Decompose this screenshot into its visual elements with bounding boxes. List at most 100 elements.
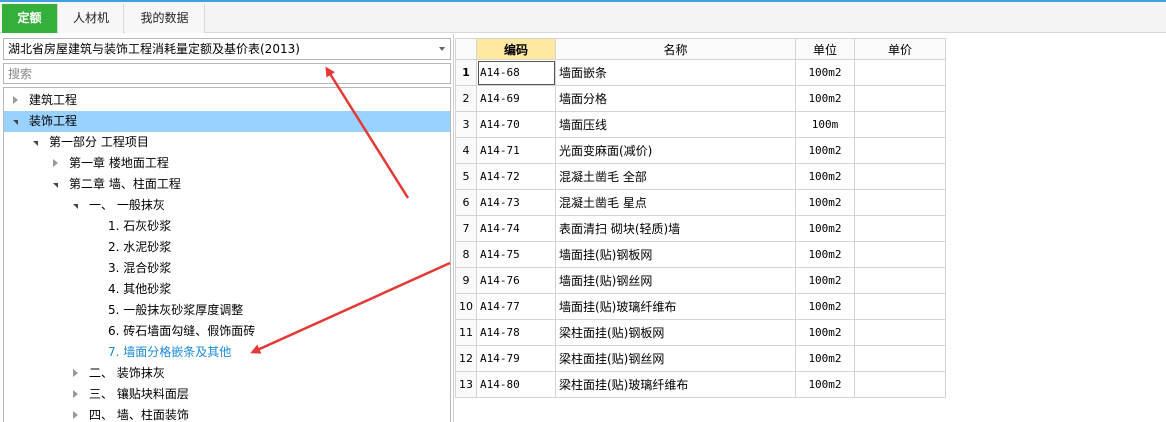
name-cell[interactable]: 墙面压线 [555, 111, 796, 138]
tree-node[interactable]: 一、 一般抹灰 [4, 195, 450, 216]
tree-node[interactable]: 第一部分 工程项目 [4, 132, 450, 153]
row-number[interactable]: 7 [455, 215, 477, 242]
table-row[interactable]: 7 A14-74 表面清扫 砌块(轻质)墙 100m2 [455, 215, 946, 242]
unit-cell[interactable]: 100m2 [795, 189, 855, 216]
code-cell[interactable]: A14-78 [476, 319, 556, 346]
expanded-triangle-icon[interactable] [73, 204, 78, 209]
search-input[interactable] [3, 63, 451, 84]
collapsed-triangle-icon[interactable] [53, 159, 58, 167]
tree-node[interactable]: 二、 装饰抹灰 [4, 363, 450, 384]
tree-node[interactable]: 1. 石灰砂浆 [4, 216, 450, 237]
code-cell[interactable]: A14-71 [476, 137, 556, 164]
table-row[interactable]: 4 A14-71 光面变麻面(减价) 100m2 [455, 137, 946, 164]
tree-node[interactable]: 2. 水泥砂浆 [4, 237, 450, 258]
unit-cell[interactable]: 100m [795, 111, 855, 138]
table-row[interactable]: 2 A14-69 墙面分格 100m2 [455, 85, 946, 112]
price-cell[interactable] [854, 85, 946, 112]
price-cell[interactable] [854, 189, 946, 216]
unit-cell[interactable]: 100m2 [795, 319, 855, 346]
row-number[interactable]: 8 [455, 241, 477, 268]
table-row[interactable]: 11 A14-78 梁柱面挂(贴)钢板网 100m2 [455, 319, 946, 346]
tree-node[interactable]: 第二章 墙、柱面工程 [4, 174, 450, 195]
code-cell[interactable]: A14-70 [476, 111, 556, 138]
unit-cell[interactable]: 100m2 [795, 85, 855, 112]
code-cell[interactable]: A14-73 [476, 189, 556, 216]
code-cell[interactable]: A14-68 [476, 59, 556, 86]
row-number[interactable]: 9 [455, 267, 477, 294]
table-row[interactable]: 1 A14-68 墙面嵌条 100m2 [455, 59, 946, 86]
code-cell[interactable]: A14-76 [476, 267, 556, 294]
tree-node[interactable]: 三、 镶贴块料面层 [4, 384, 450, 405]
code-cell[interactable]: A14-69 [476, 85, 556, 112]
column-header-name[interactable]: 名称 [555, 38, 796, 60]
price-cell[interactable] [854, 371, 946, 398]
code-cell[interactable]: A14-75 [476, 241, 556, 268]
tab-labor-material-machine[interactable]: 人材机 [59, 4, 124, 33]
table-row[interactable]: 12 A14-79 梁柱面挂(贴)钢丝网 100m2 [455, 345, 946, 372]
tab-my-data[interactable]: 我的数据 [125, 4, 205, 33]
tree-node[interactable]: 6. 砖石墙面勾缝、假饰面砖 [4, 321, 450, 342]
row-number[interactable]: 11 [455, 319, 477, 346]
tree-node[interactable]: 建筑工程 [4, 90, 450, 111]
collapsed-triangle-icon[interactable] [13, 96, 18, 104]
tree-node[interactable]: 7. 墙面分格嵌条及其他 [4, 342, 450, 363]
code-cell[interactable]: A14-77 [476, 293, 556, 320]
price-cell[interactable] [854, 267, 946, 294]
column-header-price[interactable]: 单价 [854, 38, 946, 60]
column-header-unit[interactable]: 单位 [795, 38, 855, 60]
row-number[interactable]: 12 [455, 345, 477, 372]
name-cell[interactable]: 墙面分格 [555, 85, 796, 112]
collapsed-triangle-icon[interactable] [73, 411, 78, 419]
name-cell[interactable]: 梁柱面挂(贴)钢丝网 [555, 345, 796, 372]
tree-node[interactable]: 5. 一般抹灰砂浆厚度调整 [4, 300, 450, 321]
table-row[interactable]: 13 A14-80 梁柱面挂(贴)玻璃纤维布 100m2 [455, 371, 946, 398]
library-select[interactable]: 湖北省房屋建筑与装饰工程消耗量定额及基价表(2013) [3, 38, 451, 60]
price-cell[interactable] [854, 345, 946, 372]
row-number[interactable]: 10 [455, 293, 477, 320]
code-cell[interactable]: A14-72 [476, 163, 556, 190]
unit-cell[interactable]: 100m2 [795, 345, 855, 372]
unit-cell[interactable]: 100m2 [795, 215, 855, 242]
name-cell[interactable]: 梁柱面挂(贴)钢板网 [555, 319, 796, 346]
name-cell[interactable]: 墙面挂(贴)玻璃纤维布 [555, 293, 796, 320]
price-cell[interactable] [854, 241, 946, 268]
table-row[interactable]: 5 A14-72 混凝土凿毛 全部 100m2 [455, 163, 946, 190]
collapsed-triangle-icon[interactable] [73, 369, 78, 377]
name-cell[interactable]: 墙面挂(贴)钢丝网 [555, 267, 796, 294]
dropdown-arrow-icon[interactable] [439, 47, 445, 51]
name-cell[interactable]: 表面清扫 砌块(轻质)墙 [555, 215, 796, 242]
expanded-triangle-icon[interactable] [13, 120, 18, 125]
name-cell[interactable]: 光面变麻面(减价) [555, 137, 796, 164]
collapsed-triangle-icon[interactable] [73, 390, 78, 398]
tab-quota[interactable]: 定额 [2, 4, 58, 33]
unit-cell[interactable]: 100m2 [795, 267, 855, 294]
name-cell[interactable]: 混凝土凿毛 星点 [555, 189, 796, 216]
table-row[interactable]: 6 A14-73 混凝土凿毛 星点 100m2 [455, 189, 946, 216]
row-number[interactable]: 6 [455, 189, 477, 216]
tree-node[interactable]: 3. 混合砂浆 [4, 258, 450, 279]
code-cell[interactable]: A14-79 [476, 345, 556, 372]
row-number[interactable]: 2 [455, 85, 477, 112]
row-number[interactable]: 3 [455, 111, 477, 138]
table-row[interactable]: 9 A14-76 墙面挂(贴)钢丝网 100m2 [455, 267, 946, 294]
unit-cell[interactable]: 100m2 [795, 59, 855, 86]
row-number[interactable]: 4 [455, 137, 477, 164]
unit-cell[interactable]: 100m2 [795, 241, 855, 268]
price-cell[interactable] [854, 319, 946, 346]
unit-cell[interactable]: 100m2 [795, 293, 855, 320]
tree-node[interactable]: 四、 墙、柱面装饰 [4, 405, 450, 422]
price-cell[interactable] [854, 137, 946, 164]
row-number[interactable]: 13 [455, 371, 477, 398]
table-row[interactable]: 10 A14-77 墙面挂(贴)玻璃纤维布 100m2 [455, 293, 946, 320]
expanded-triangle-icon[interactable] [33, 141, 38, 146]
expanded-triangle-icon[interactable] [53, 183, 58, 188]
code-cell[interactable]: A14-80 [476, 371, 556, 398]
unit-cell[interactable]: 100m2 [795, 371, 855, 398]
row-number[interactable]: 1 [455, 59, 477, 86]
unit-cell[interactable]: 100m2 [795, 137, 855, 164]
price-cell[interactable] [854, 111, 946, 138]
name-cell[interactable]: 梁柱面挂(贴)玻璃纤维布 [555, 371, 796, 398]
code-cell[interactable]: A14-74 [476, 215, 556, 242]
column-header-code[interactable]: 编码 [476, 38, 556, 60]
price-cell[interactable] [854, 163, 946, 190]
